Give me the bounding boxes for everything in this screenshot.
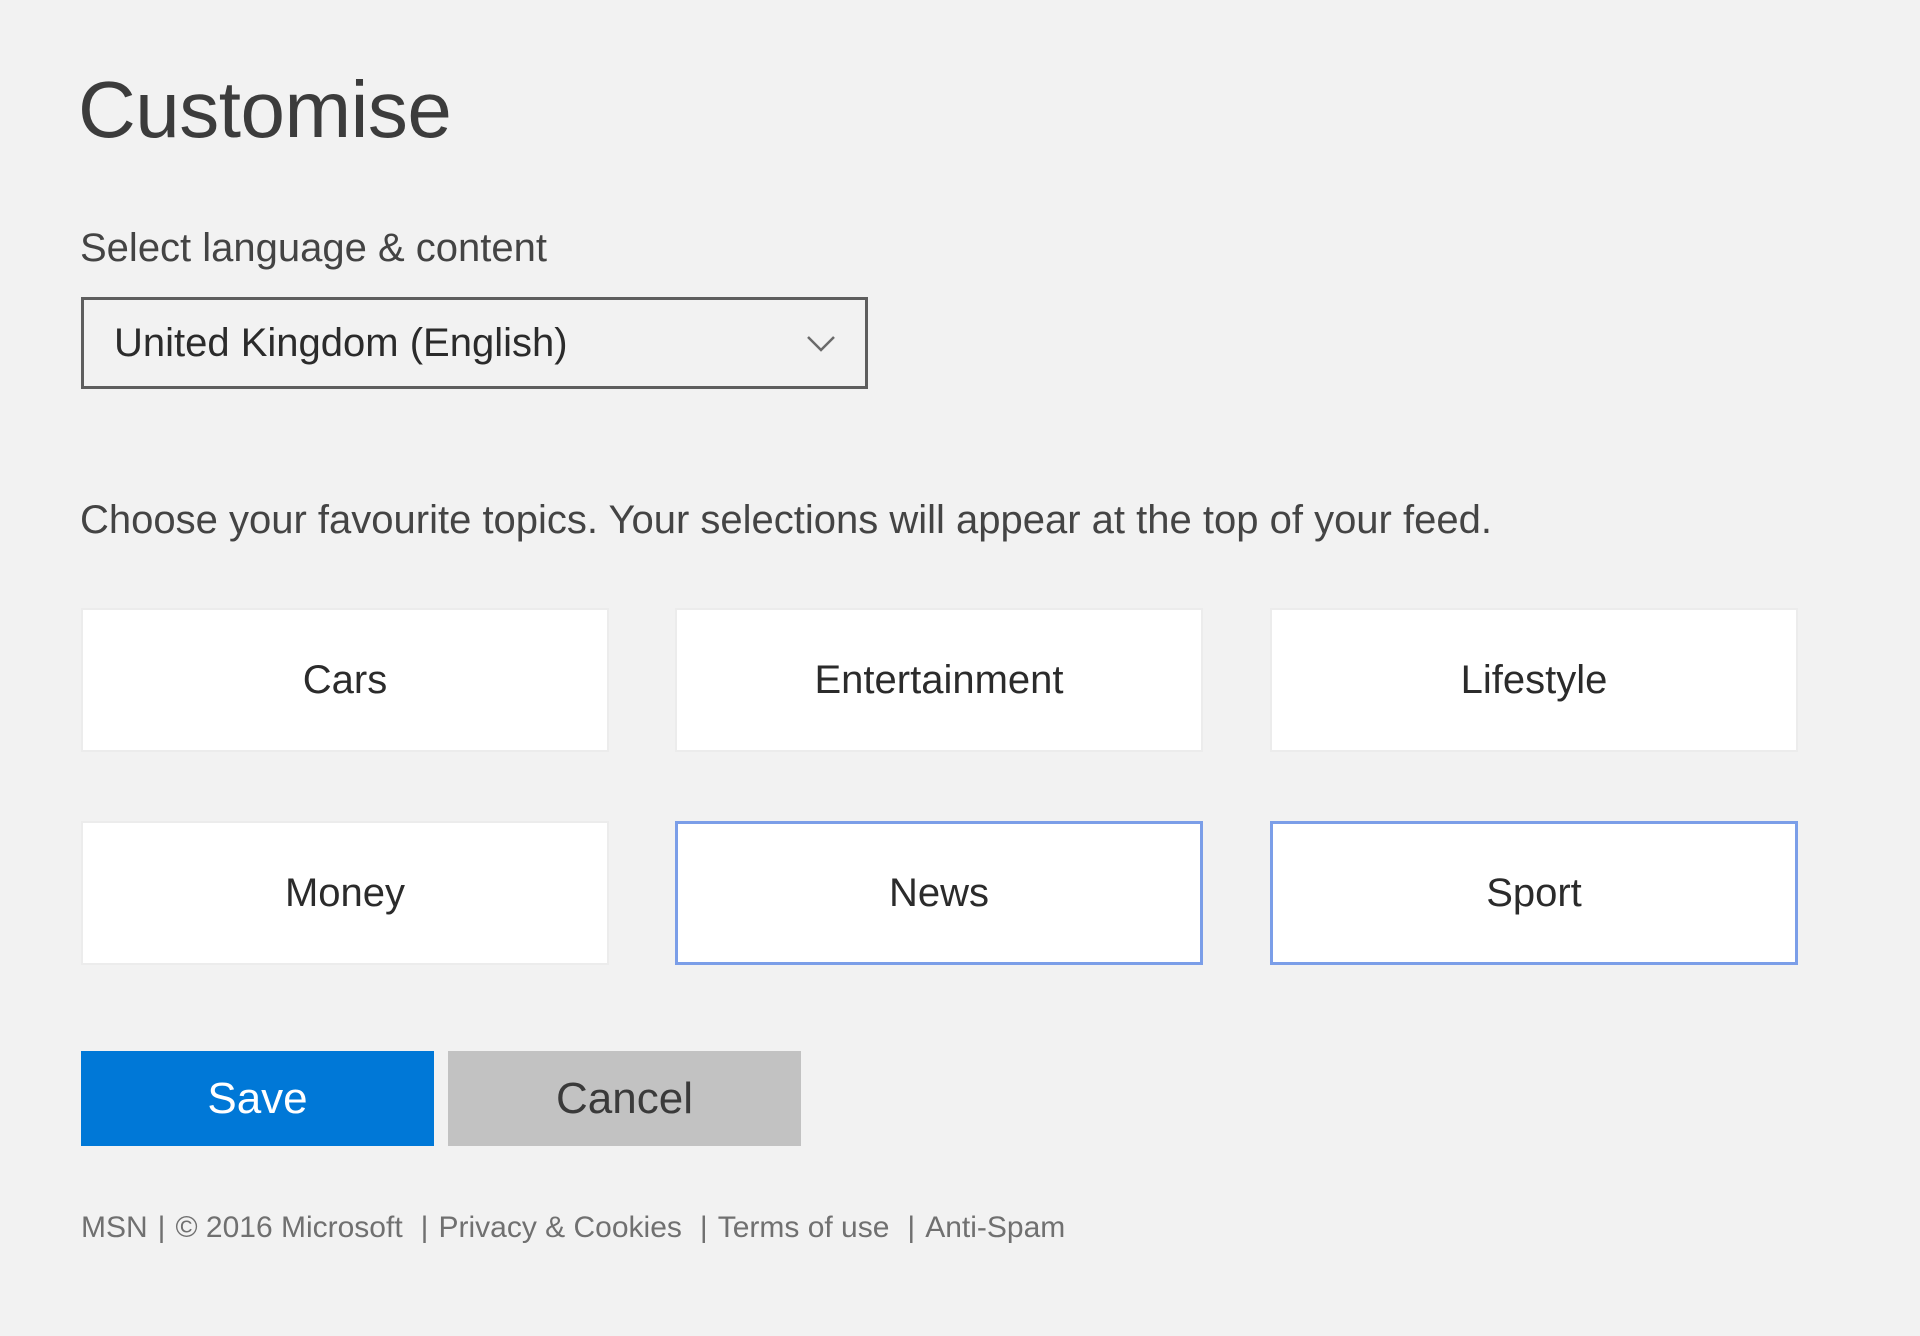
topic-label: Sport (1486, 870, 1582, 915)
topics-description: Choose your favourite topics. Your selec… (80, 498, 1492, 542)
footer-separator: | (907, 1211, 916, 1244)
language-select[interactable]: United Kingdom (English) (81, 297, 868, 389)
topic-tile-lifestyle[interactable]: Lifestyle (1270, 608, 1798, 752)
anti-spam-link[interactable]: Anti-Spam (925, 1208, 1065, 1248)
chevron-down-icon (807, 336, 835, 352)
footer-separator: | (420, 1211, 429, 1244)
topic-tile-news[interactable]: News (675, 821, 1203, 965)
topic-tile-cars[interactable]: Cars (81, 608, 609, 752)
topic-tile-sport[interactable]: Sport (1270, 821, 1798, 965)
footer-separator: | (157, 1211, 166, 1244)
topic-label: Money (284, 870, 406, 915)
footer: MSN | © 2016 Microsoft | Privacy & Cooki… (81, 1208, 1065, 1248)
footer-copyright: © 2016 Microsoft (175, 1211, 403, 1244)
footer-separator: | (699, 1211, 708, 1244)
topic-tile-money[interactable]: Money (81, 821, 609, 965)
topic-label: Lifestyle (1460, 657, 1608, 702)
topic-tile-entertainment[interactable]: Entertainment (675, 608, 1203, 752)
language-label: Select language & content (80, 226, 548, 270)
topic-label: Entertainment (814, 657, 1064, 702)
topic-label: Cars (302, 657, 388, 702)
language-select-value: United Kingdom (English) (114, 321, 568, 365)
footer-brand: MSN (81, 1211, 148, 1244)
topic-label: News (888, 870, 990, 915)
cancel-button[interactable]: Cancel (448, 1051, 801, 1146)
page-title: Customise (78, 65, 452, 154)
privacy-cookies-link[interactable]: Privacy & Cookies (438, 1208, 681, 1248)
save-button[interactable]: Save (81, 1051, 434, 1146)
terms-of-use-link[interactable]: Terms of use (718, 1208, 890, 1248)
